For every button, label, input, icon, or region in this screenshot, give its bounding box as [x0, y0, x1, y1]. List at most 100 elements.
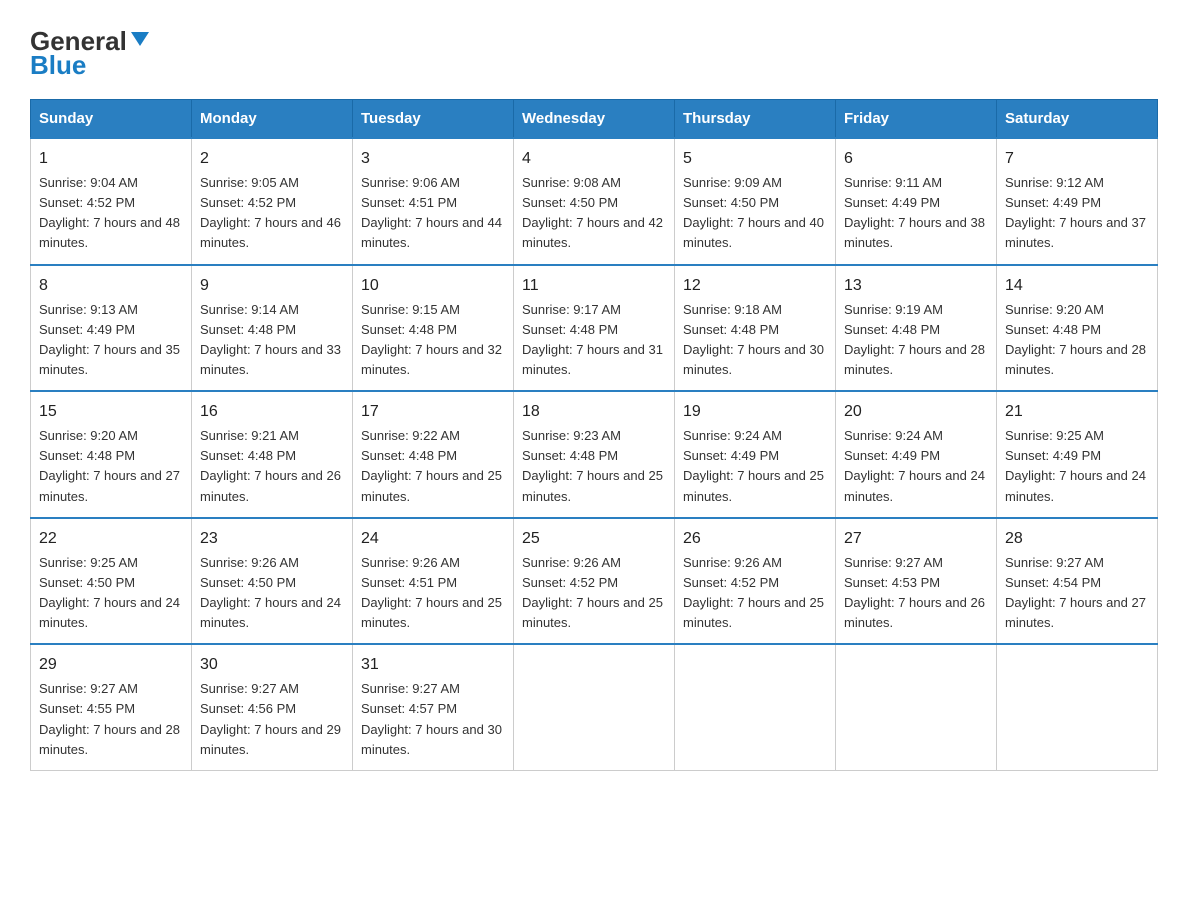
day-number: 31: [361, 653, 505, 677]
day-number: 22: [39, 527, 183, 551]
calendar-cell: 21 Sunrise: 9:25 AMSunset: 4:49 PMDayligh…: [997, 391, 1158, 518]
calendar-cell: 23 Sunrise: 9:26 AMSunset: 4:50 PMDayligh…: [192, 518, 353, 645]
day-number: 29: [39, 653, 183, 677]
day-info: Sunrise: 9:06 AMSunset: 4:51 PMDaylight:…: [361, 175, 502, 250]
weekday-header-thursday: Thursday: [675, 100, 836, 139]
day-info: Sunrise: 9:15 AMSunset: 4:48 PMDaylight:…: [361, 302, 502, 377]
calendar-cell: 7Sunrise: 9:12 AMSunset: 4:49 PMDaylight…: [997, 138, 1158, 265]
calendar-cell: 13 Sunrise: 9:19 AMSunset: 4:48 PMDayligh…: [836, 265, 997, 392]
day-number: 6: [844, 147, 988, 171]
calendar-cell: 4 Sunrise: 9:08 AMSunset: 4:50 PMDaylight…: [514, 138, 675, 265]
day-number: 4: [522, 147, 666, 171]
calendar-cell: 2Sunrise: 9:05 AMSunset: 4:52 PMDaylight…: [192, 138, 353, 265]
weekday-header-monday: Monday: [192, 100, 353, 139]
calendar-cell: 1Sunrise: 9:04 AMSunset: 4:52 PMDaylight…: [31, 138, 192, 265]
day-number: 11: [522, 274, 666, 298]
day-number: 10: [361, 274, 505, 298]
day-number: 3: [361, 147, 505, 171]
day-info: Sunrise: 9:09 AMSunset: 4:50 PMDaylight:…: [683, 175, 824, 250]
calendar-cell: [675, 644, 836, 770]
calendar-cell: 28 Sunrise: 9:27 AMSunset: 4:54 PMDayligh…: [997, 518, 1158, 645]
calendar-cell: 5 Sunrise: 9:09 AMSunset: 4:50 PMDaylight…: [675, 138, 836, 265]
day-info: Sunrise: 9:27 AMSunset: 4:56 PMDaylight:…: [200, 681, 341, 756]
calendar-cell: 11 Sunrise: 9:17 AMSunset: 4:48 PMDayligh…: [514, 265, 675, 392]
day-info: Sunrise: 9:27 AMSunset: 4:53 PMDaylight:…: [844, 555, 985, 630]
day-number: 30: [200, 653, 344, 677]
day-info: Sunrise: 9:20 AMSunset: 4:48 PMDaylight:…: [1005, 302, 1146, 377]
day-info: Sunrise: 9:27 AMSunset: 4:57 PMDaylight:…: [361, 681, 502, 756]
day-info: Sunrise: 9:22 AMSunset: 4:48 PMDaylight:…: [361, 428, 502, 503]
calendar-cell: 8Sunrise: 9:13 AMSunset: 4:49 PMDaylight…: [31, 265, 192, 392]
day-info: Sunrise: 9:05 AMSunset: 4:52 PMDaylight:…: [200, 175, 341, 250]
day-number: 15: [39, 400, 183, 424]
calendar-table: SundayMondayTuesdayWednesdayThursdayFrid…: [30, 99, 1158, 771]
day-number: 5: [683, 147, 827, 171]
calendar-cell: 29 Sunrise: 9:27 AMSunset: 4:55 PMDayligh…: [31, 644, 192, 770]
day-number: 28: [1005, 527, 1149, 551]
day-number: 24: [361, 527, 505, 551]
day-info: Sunrise: 9:08 AMSunset: 4:50 PMDaylight:…: [522, 175, 663, 250]
day-number: 13: [844, 274, 988, 298]
day-info: Sunrise: 9:19 AMSunset: 4:48 PMDaylight:…: [844, 302, 985, 377]
day-info: Sunrise: 9:26 AMSunset: 4:51 PMDaylight:…: [361, 555, 502, 630]
day-info: Sunrise: 9:17 AMSunset: 4:48 PMDaylight:…: [522, 302, 663, 377]
day-info: Sunrise: 9:20 AMSunset: 4:48 PMDaylight:…: [39, 428, 180, 503]
day-info: Sunrise: 9:23 AMSunset: 4:48 PMDaylight:…: [522, 428, 663, 503]
calendar-cell: 26 Sunrise: 9:26 AMSunset: 4:52 PMDayligh…: [675, 518, 836, 645]
calendar-cell: 6Sunrise: 9:11 AMSunset: 4:49 PMDaylight…: [836, 138, 997, 265]
calendar-cell: 14 Sunrise: 9:20 AMSunset: 4:48 PMDayligh…: [997, 265, 1158, 392]
day-info: Sunrise: 9:27 AMSunset: 4:54 PMDaylight:…: [1005, 555, 1146, 630]
calendar-cell: [836, 644, 997, 770]
logo-blue: Blue: [30, 50, 86, 81]
day-info: Sunrise: 9:26 AMSunset: 4:52 PMDaylight:…: [683, 555, 824, 630]
day-number: 23: [200, 527, 344, 551]
calendar-week-5: 29 Sunrise: 9:27 AMSunset: 4:55 PMDayligh…: [31, 644, 1158, 770]
calendar-cell: 10 Sunrise: 9:15 AMSunset: 4:48 PMDayligh…: [353, 265, 514, 392]
calendar-week-3: 15 Sunrise: 9:20 AMSunset: 4:48 PMDayligh…: [31, 391, 1158, 518]
page-header: General Blue: [30, 20, 1158, 81]
calendar-cell: 24 Sunrise: 9:26 AMSunset: 4:51 PMDayligh…: [353, 518, 514, 645]
day-number: 27: [844, 527, 988, 551]
calendar-cell: 15 Sunrise: 9:20 AMSunset: 4:48 PMDayligh…: [31, 391, 192, 518]
day-info: Sunrise: 9:25 AMSunset: 4:49 PMDaylight:…: [1005, 428, 1146, 503]
calendar-cell: 3 Sunrise: 9:06 AMSunset: 4:51 PMDaylight…: [353, 138, 514, 265]
calendar-cell: 30 Sunrise: 9:27 AMSunset: 4:56 PMDayligh…: [192, 644, 353, 770]
calendar-cell: [997, 644, 1158, 770]
calendar-cell: 12 Sunrise: 9:18 AMSunset: 4:48 PMDayligh…: [675, 265, 836, 392]
day-number: 19: [683, 400, 827, 424]
calendar-week-4: 22 Sunrise: 9:25 AMSunset: 4:50 PMDayligh…: [31, 518, 1158, 645]
day-info: Sunrise: 9:18 AMSunset: 4:48 PMDaylight:…: [683, 302, 824, 377]
calendar-cell: [514, 644, 675, 770]
day-number: 26: [683, 527, 827, 551]
weekday-header-friday: Friday: [836, 100, 997, 139]
weekday-header-wednesday: Wednesday: [514, 100, 675, 139]
calendar-cell: 16 Sunrise: 9:21 AMSunset: 4:48 PMDayligh…: [192, 391, 353, 518]
day-info: Sunrise: 9:26 AMSunset: 4:52 PMDaylight:…: [522, 555, 663, 630]
day-info: Sunrise: 9:04 AMSunset: 4:52 PMDaylight:…: [39, 175, 180, 250]
day-number: 12: [683, 274, 827, 298]
day-info: Sunrise: 9:21 AMSunset: 4:48 PMDaylight:…: [200, 428, 341, 503]
day-info: Sunrise: 9:27 AMSunset: 4:55 PMDaylight:…: [39, 681, 180, 756]
calendar-week-2: 8Sunrise: 9:13 AMSunset: 4:49 PMDaylight…: [31, 265, 1158, 392]
day-number: 17: [361, 400, 505, 424]
day-number: 9: [200, 274, 344, 298]
day-info: Sunrise: 9:25 AMSunset: 4:50 PMDaylight:…: [39, 555, 180, 630]
day-number: 14: [1005, 274, 1149, 298]
calendar-cell: 31 Sunrise: 9:27 AMSunset: 4:57 PMDayligh…: [353, 644, 514, 770]
day-info: Sunrise: 9:12 AMSunset: 4:49 PMDaylight:…: [1005, 175, 1146, 250]
calendar-cell: 27 Sunrise: 9:27 AMSunset: 4:53 PMDayligh…: [836, 518, 997, 645]
calendar-cell: 25 Sunrise: 9:26 AMSunset: 4:52 PMDayligh…: [514, 518, 675, 645]
day-number: 18: [522, 400, 666, 424]
day-number: 20: [844, 400, 988, 424]
day-number: 25: [522, 527, 666, 551]
day-info: Sunrise: 9:26 AMSunset: 4:50 PMDaylight:…: [200, 555, 341, 630]
logo: General Blue: [30, 28, 151, 81]
logo-triangle-icon: [129, 28, 151, 50]
weekday-header-tuesday: Tuesday: [353, 100, 514, 139]
day-info: Sunrise: 9:24 AMSunset: 4:49 PMDaylight:…: [683, 428, 824, 503]
calendar-cell: 18 Sunrise: 9:23 AMSunset: 4:48 PMDayligh…: [514, 391, 675, 518]
day-number: 21: [1005, 400, 1149, 424]
weekday-header-sunday: Sunday: [31, 100, 192, 139]
calendar-cell: 22 Sunrise: 9:25 AMSunset: 4:50 PMDayligh…: [31, 518, 192, 645]
day-number: 16: [200, 400, 344, 424]
